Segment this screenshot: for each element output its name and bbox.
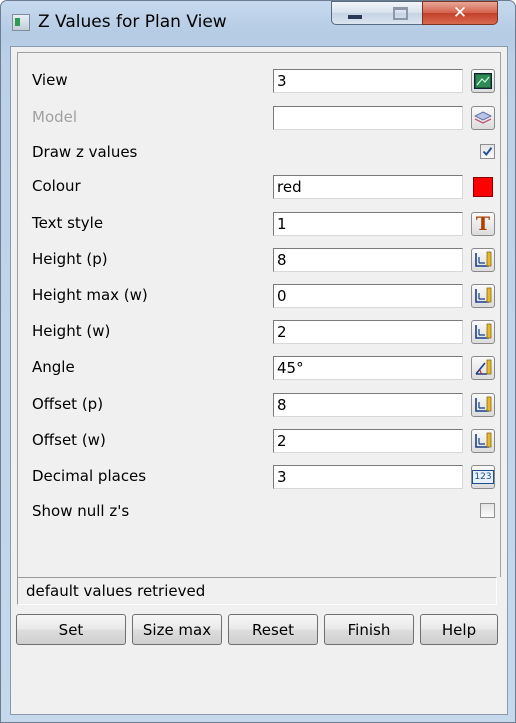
text-style-label: Text style (32, 214, 104, 232)
height-max-w-pick-button[interactable] (471, 284, 495, 308)
height-max-w-label: Height max (w) (32, 286, 148, 304)
height-w-input[interactable]: 2 (273, 320, 463, 344)
checkmark-icon (482, 147, 493, 157)
draw-z-checkbox[interactable] (480, 144, 495, 159)
finish-button[interactable]: Finish (324, 614, 414, 645)
colour-input[interactable]: red (273, 175, 463, 199)
height-p-pick-button[interactable] (471, 248, 495, 272)
decimal-places-spin-button[interactable]: 123 (471, 465, 495, 489)
colour-picker-button[interactable] (471, 175, 495, 199)
number-icon: 123 (472, 470, 494, 484)
decimal-places-input[interactable]: 3 (273, 465, 463, 489)
offset-p-label: Offset (p) (32, 395, 104, 413)
row-draw-z: Draw z values (18, 135, 500, 171)
row-offset-p: Offset (p) 8 (18, 387, 500, 423)
offset-w-input[interactable]: 2 (273, 429, 463, 453)
text-style-icon: T (475, 212, 491, 235)
row-colour: Colour red (18, 169, 500, 205)
offset-p-pick-button[interactable] (471, 393, 495, 417)
height-max-w-input[interactable]: 0 (273, 284, 463, 308)
dialog-client-area: View 3 Model Draw z values Colour red Te… (10, 46, 508, 715)
title-bar[interactable]: Z Values for Plan View ✕ (1, 1, 515, 45)
close-icon: ✕ (452, 2, 468, 23)
close-button[interactable]: ✕ (422, 1, 498, 25)
angle-icon (475, 359, 492, 375)
colour-swatch (473, 177, 493, 197)
show-null-checkbox[interactable] (480, 503, 495, 518)
offset-w-label: Offset (w) (32, 431, 106, 449)
measure-icon (475, 396, 492, 412)
view-input[interactable]: 3 (273, 69, 463, 93)
parameters-panel: View 3 Model Draw z values Colour red Te… (17, 52, 501, 577)
row-text-style: Text style 1 T (18, 206, 500, 242)
measure-icon (475, 251, 492, 267)
set-button[interactable]: Set (16, 614, 126, 645)
offset-w-pick-button[interactable] (471, 429, 495, 453)
app-icon (12, 14, 30, 31)
row-decimal-places: Decimal places 3 123 (18, 459, 500, 495)
help-button[interactable]: Help (420, 614, 498, 645)
height-p-label: Height (p) (32, 250, 108, 268)
view-label: View (32, 71, 68, 89)
row-model: Model (18, 100, 500, 136)
row-height-max-w: Height max (w) 0 (18, 278, 500, 314)
text-style-input[interactable]: 1 (273, 212, 463, 236)
colour-label: Colour (32, 177, 81, 195)
row-show-null: Show null z's (18, 494, 500, 530)
status-bar: default values retrieved (17, 577, 497, 605)
angle-label: Angle (32, 358, 75, 376)
reset-button[interactable]: Reset (228, 614, 318, 645)
model-picker-button[interactable] (471, 106, 495, 130)
maximize-icon (392, 6, 408, 20)
height-w-pick-button[interactable] (471, 320, 495, 344)
text-style-picker-button[interactable]: T (471, 212, 495, 236)
row-view: View 3 (18, 63, 500, 99)
button-row: Set Size max Reset Finish Help (11, 614, 507, 648)
maximize-button[interactable] (378, 1, 423, 25)
row-height-p: Height (p) 8 (18, 242, 500, 278)
height-w-label: Height (w) (32, 322, 111, 340)
angle-pick-button[interactable] (471, 356, 495, 380)
height-p-input[interactable]: 8 (273, 248, 463, 272)
show-null-label: Show null z's (32, 502, 130, 520)
model-input[interactable] (273, 106, 463, 130)
model-label: Model (32, 108, 78, 126)
offset-p-input[interactable]: 8 (273, 393, 463, 417)
measure-icon (475, 287, 492, 303)
view-picker-button[interactable] (471, 69, 495, 93)
measure-icon (475, 432, 492, 448)
angle-input[interactable]: 45° (273, 356, 463, 380)
minimize-icon (348, 15, 362, 19)
view-icon (474, 73, 492, 89)
measure-icon (475, 323, 492, 339)
size-max-button[interactable]: Size max (132, 614, 222, 645)
draw-z-label: Draw z values (32, 143, 138, 161)
dialog-window: Z Values for Plan View ✕ View 3 Model Dr… (0, 0, 516, 723)
row-offset-w: Offset (w) 2 (18, 423, 500, 459)
row-angle: Angle 45° (18, 350, 500, 386)
window-title: Z Values for Plan View (38, 12, 227, 32)
minimize-button[interactable] (331, 1, 379, 25)
row-height-w: Height (w) 2 (18, 314, 500, 350)
decimal-places-label: Decimal places (32, 467, 147, 485)
layers-icon (474, 111, 492, 124)
